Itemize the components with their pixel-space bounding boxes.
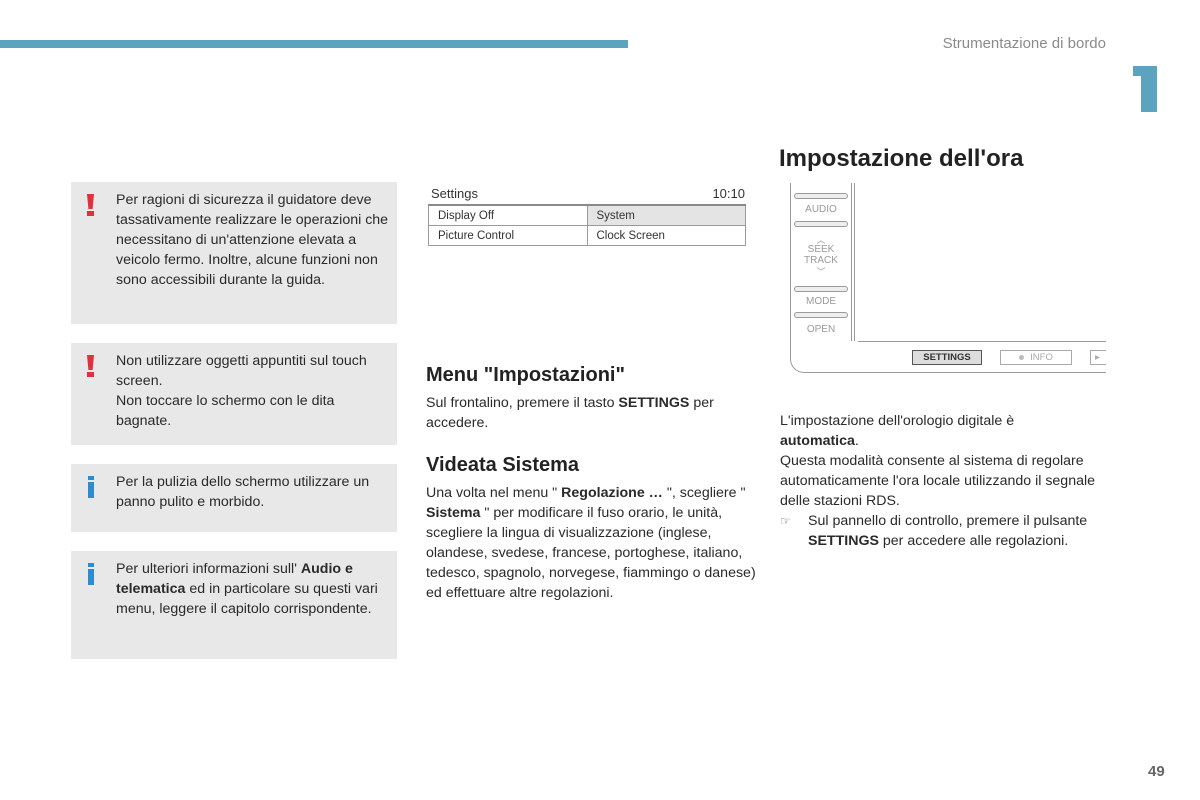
text: Sul pannello di controllo, premere il pu… (808, 513, 1088, 529)
note-text: Per ragioni di sicurezza il guidatore de… (116, 192, 389, 288)
info-label: INFO (1030, 352, 1053, 363)
page-number: 49 (1148, 763, 1165, 780)
text-bold: SETTINGS (808, 533, 879, 549)
text: Questa modalità consente al sistema di r… (780, 453, 1096, 509)
text: per accedere alle regolazioni. (878, 533, 1069, 549)
info-icon (86, 476, 96, 498)
settings-button-illustration: SETTINGS (912, 350, 982, 365)
panel-screen-area (858, 183, 1106, 342)
exclamation-icon (86, 194, 96, 216)
header-accent-bar (0, 40, 628, 48)
settings-screen-time: 10:10 (712, 186, 745, 201)
note-text-pre: Per ulteriori informazioni sull' (116, 561, 301, 577)
heading-menu-impostazioni: Menu "Impostazioni" (426, 364, 625, 386)
menu-cell-system: System (586, 204, 746, 226)
chapter-number-stem (1141, 66, 1157, 112)
menu-cell-picture-control: Picture Control (428, 225, 588, 246)
instruction-bullet: ☞ Sul pannello di controllo, premere il … (780, 511, 1100, 551)
paragraph-menu: Sul frontalino, premere il tasto SETTING… (426, 393, 756, 433)
dot-icon (1019, 354, 1025, 360)
menu-cell-clock-screen: Clock Screen (586, 225, 746, 246)
note-text-line2: Non toccare lo schermo con le dita bagna… (116, 393, 335, 429)
heading-videata-sistema: Videata Sistema (426, 454, 580, 476)
text-bold: automatica (780, 433, 855, 449)
panel-pill (794, 312, 848, 318)
settings-screen-illustration: Settings 10:10 Display Off System Pictur… (428, 186, 748, 246)
note-text: Per la pulizia dello schermo utilizzare … (116, 474, 370, 510)
heading-impostazione-ora: Impostazione dell'ora (779, 145, 1024, 172)
info-note-audio: Per ulteriori informazioni sull' Audio e… (71, 551, 397, 659)
settings-screen-title: Settings (431, 186, 478, 201)
seek-button-label: SEEK (807, 244, 835, 255)
text: Una volta nel menu " (426, 485, 562, 501)
panel-side-divider (854, 183, 857, 341)
chevron-down-icon: ﹀ (816, 267, 826, 277)
text-bold: SETTINGS (618, 395, 690, 411)
section-title: Strumentazione di bordo (942, 35, 1106, 52)
text-bold: Sistema (426, 505, 481, 521)
panel-pill (794, 193, 848, 199)
menu-cell-display-off: Display Off (428, 204, 588, 226)
audio-button-label: AUDIO (805, 204, 837, 215)
text: L'impostazione dell'orologio digitale è (780, 413, 1015, 429)
exclamation-icon (86, 355, 96, 377)
paragraph-videata: Una volta nel menu " Regolazione … ", sc… (426, 483, 756, 603)
next-button-illustration: ▸ (1090, 350, 1106, 365)
open-button-label: OPEN (806, 324, 836, 335)
info-button-illustration: INFO (1000, 350, 1072, 365)
text: ", scegliere " (662, 485, 746, 501)
text: . (854, 433, 859, 449)
info-note-cleaning: Per la pulizia dello schermo utilizzare … (71, 464, 397, 532)
panel-pill (794, 286, 848, 292)
control-panel-illustration: AUDIO ︿ SEEK TRACK ﹀ MODE OPEN SETTINGS … (788, 183, 1106, 373)
mode-button-label: MODE (806, 296, 836, 307)
note-text-line1: Non utilizzare oggetti appuntiti sul tou… (116, 353, 367, 389)
warning-note-safety: Per ragioni di sicurezza il guidatore de… (71, 182, 397, 324)
settings-menu-grid: Display Off System Picture Control Clock… (428, 204, 746, 246)
chapter-number-marker (1133, 66, 1159, 112)
text-bold: Regolazione … (561, 485, 663, 501)
text: Sul frontalino, premere il tasto (426, 395, 619, 411)
warning-note-touchscreen: Non utilizzare oggetti appuntiti sul tou… (71, 343, 397, 445)
info-icon (86, 563, 96, 585)
pointing-hand-icon: ☞ (780, 514, 791, 528)
paragraph-ora: L'impostazione dell'orologio digitale è … (780, 411, 1100, 511)
panel-pill (794, 221, 848, 227)
